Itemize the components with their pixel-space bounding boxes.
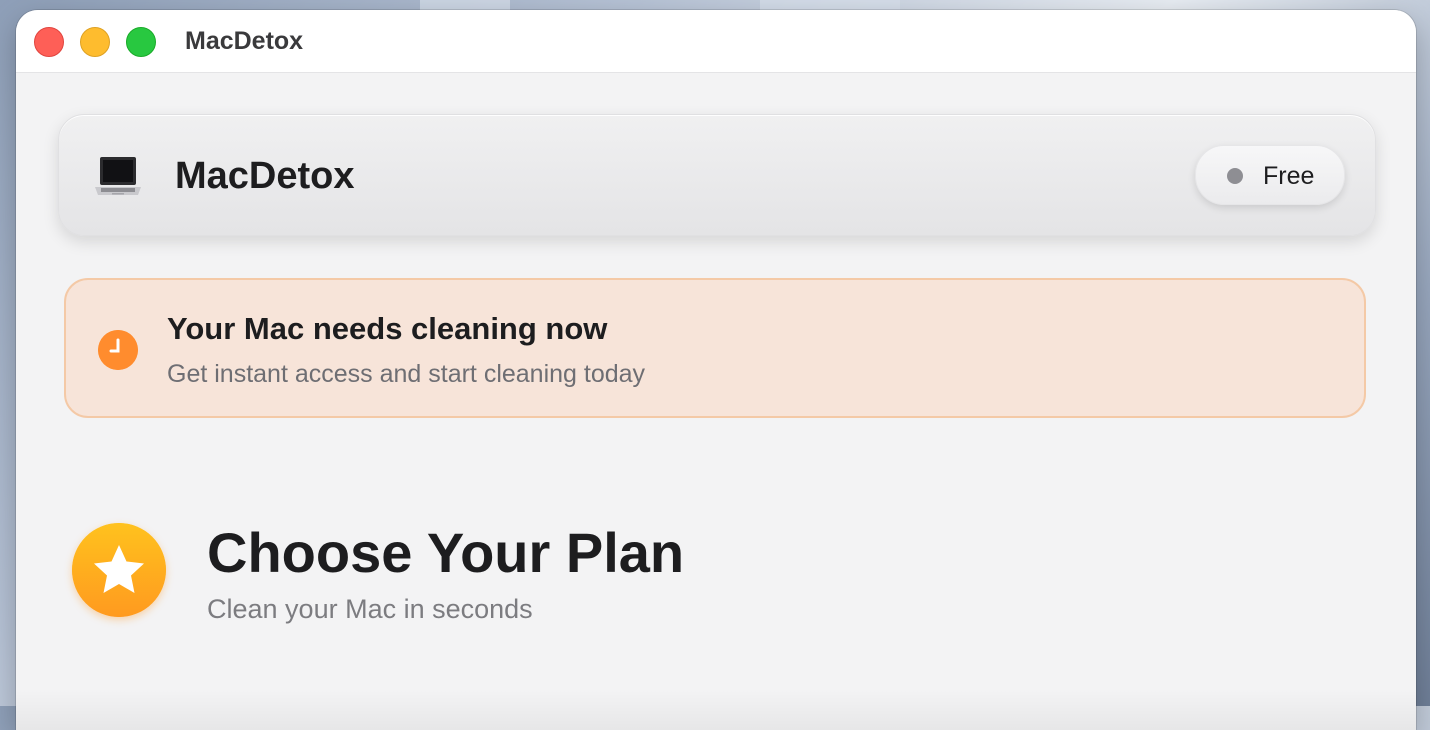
cleaning-alert-banner[interactable]: Your Mac needs cleaning now Get instant … <box>64 278 1366 418</box>
laptop-icon <box>95 157 141 195</box>
minimize-window-button[interactable] <box>80 27 110 57</box>
plan-section-subtitle: Clean your Mac in seconds <box>207 594 533 624</box>
star-icon <box>72 523 166 617</box>
plan-status-badge[interactable]: Free <box>1195 145 1345 205</box>
plan-status-label: Free <box>1263 162 1315 190</box>
alert-subtitle: Get instant access and start cleaning to… <box>167 360 646 388</box>
close-window-button[interactable] <box>34 27 64 57</box>
next-card-edge <box>16 690 1416 730</box>
window-title: MacDetox <box>185 27 304 55</box>
app-name: MacDetox <box>175 155 355 197</box>
clock-icon <box>98 330 138 370</box>
app-header-card: MacDetox Free <box>58 114 1376 236</box>
alert-title: Your Mac needs cleaning now <box>167 311 608 346</box>
plan-section-title: Choose Your Plan <box>207 521 685 584</box>
zoom-window-button[interactable] <box>126 27 156 57</box>
status-dot-icon <box>1227 168 1243 184</box>
title-bar: MacDetox <box>16 10 1416 73</box>
app-window: MacDetox MacDetox Free Your Mac needs cl… <box>16 10 1416 730</box>
